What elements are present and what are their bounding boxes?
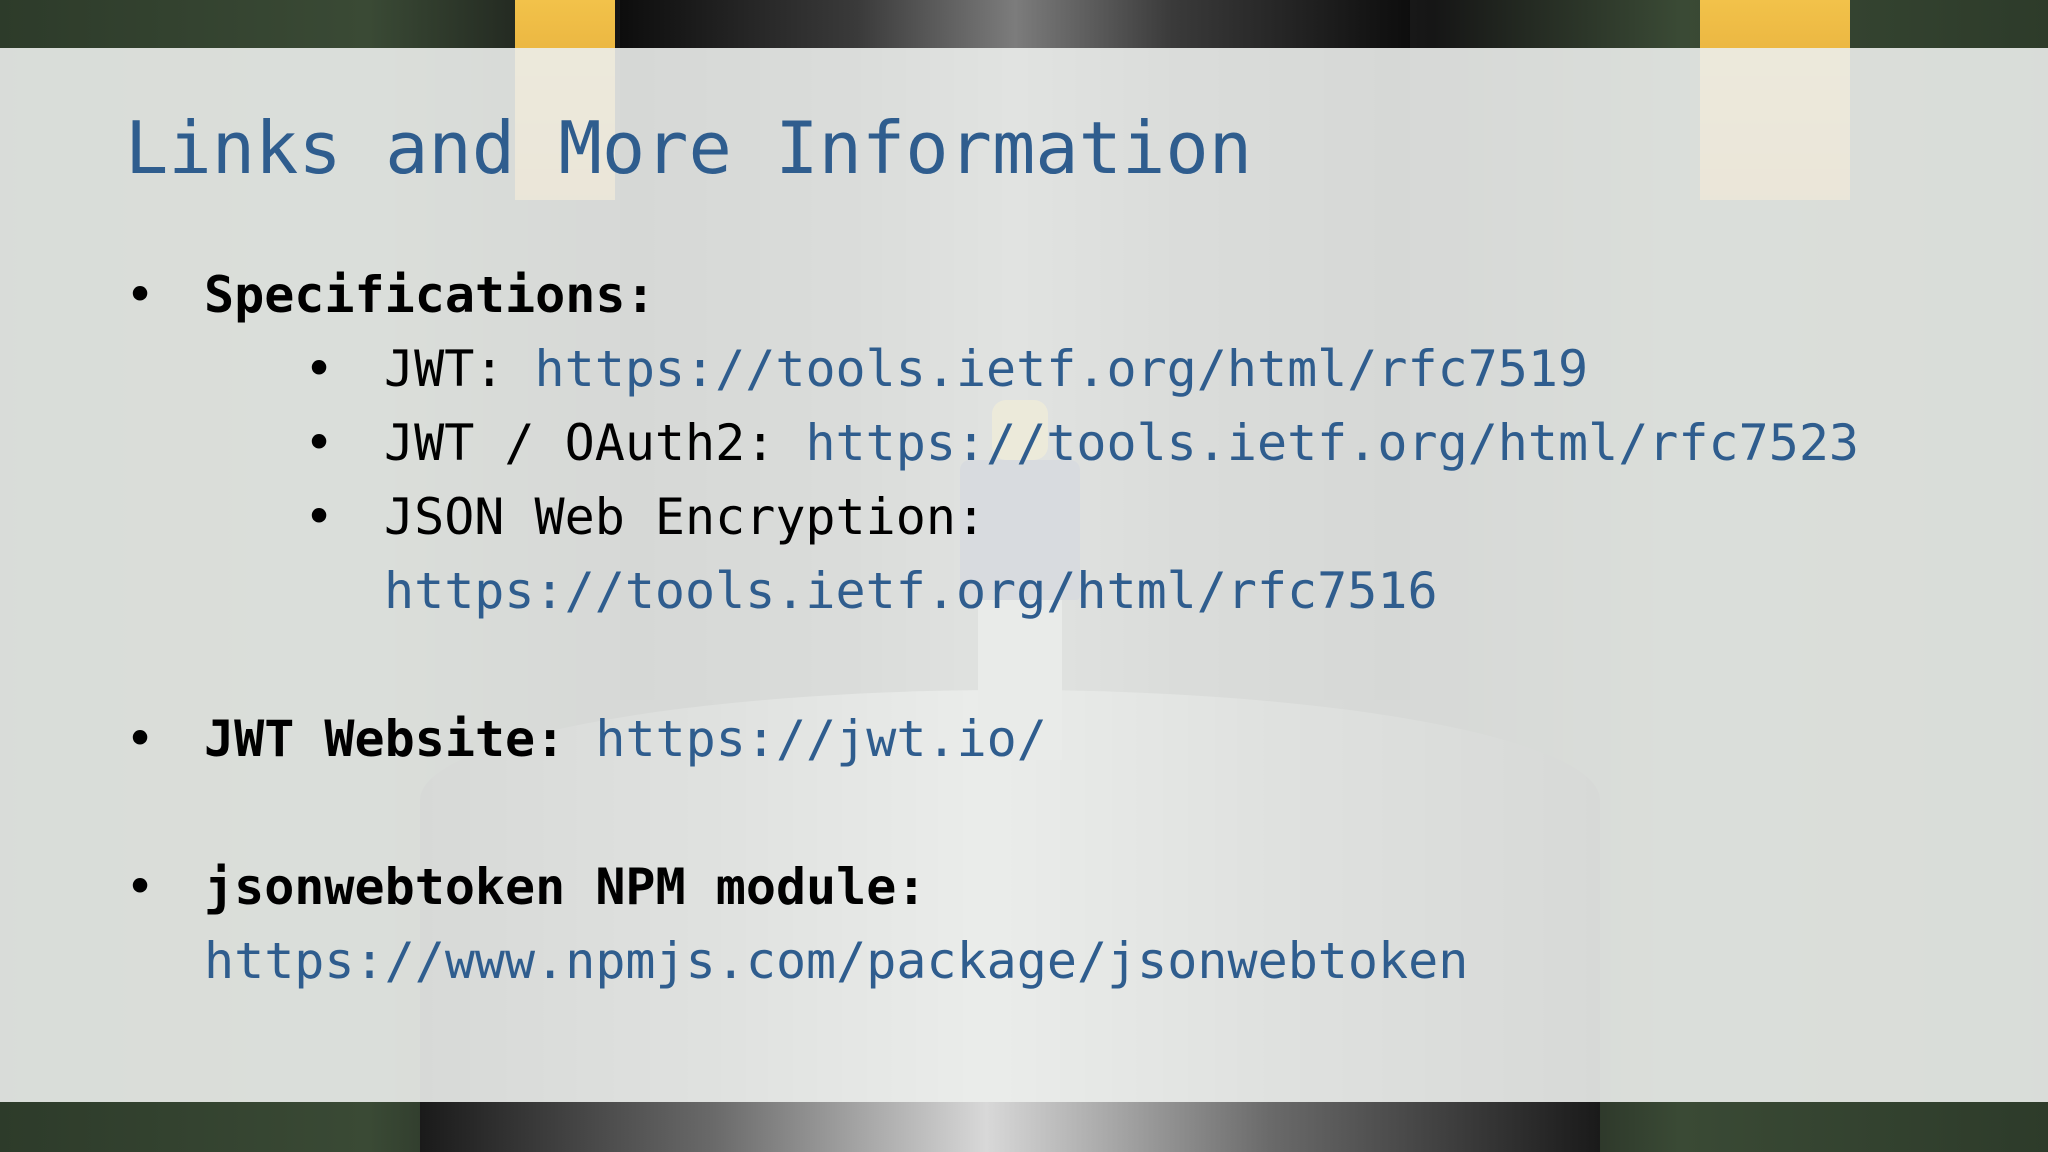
list-item-jwt-spec: JWT: https://tools.ietf.org/html/rfc7519 (204, 332, 2005, 406)
jwt-oauth2-label: JWT / OAuth2: (384, 414, 806, 472)
list-item-jwt-website: JWT Website: https://jwt.io/ (125, 702, 2005, 776)
slide-title: Links and More Information (125, 106, 1253, 190)
jwt-spec-label: JWT: (384, 340, 535, 398)
jwe-link[interactable]: https://tools.ietf.org/html/rfc7516 (384, 562, 1438, 620)
npm-module-link[interactable]: https://www.npmjs.com/package/jsonwebtok… (204, 932, 1468, 990)
jwt-spec-link[interactable]: https://tools.ietf.org/html/rfc7519 (535, 340, 1589, 398)
jwe-label: JSON Web Encryption: (384, 488, 987, 546)
specifications-label: Specifications: (204, 266, 656, 324)
link-list: Specifications: JWT: https://tools.ietf.… (125, 258, 2005, 998)
jwt-website-label: JWT Website: (204, 710, 596, 768)
npm-module-label: jsonwebtoken NPM module: (204, 858, 927, 916)
list-item-jwe-spec: JSON Web Encryption: https://tools.ietf.… (204, 480, 2005, 628)
list-item-jwt-oauth2-spec: JWT / OAuth2: https://tools.ietf.org/htm… (204, 406, 2005, 480)
specifications-sublist: JWT: https://tools.ietf.org/html/rfc7519… (204, 332, 2005, 628)
list-item-specifications: Specifications: JWT: https://tools.ietf.… (125, 258, 2005, 628)
slide-stage: Links and More Information Specification… (0, 0, 2048, 1152)
jwt-oauth2-link[interactable]: https://tools.ietf.org/html/rfc7523 (805, 414, 1859, 472)
slide-content: Specifications: JWT: https://tools.ietf.… (125, 258, 2005, 998)
jwt-website-link[interactable]: https://jwt.io/ (595, 710, 1047, 768)
list-item-npm-module: jsonwebtoken NPM module: https://www.npm… (125, 850, 2005, 998)
